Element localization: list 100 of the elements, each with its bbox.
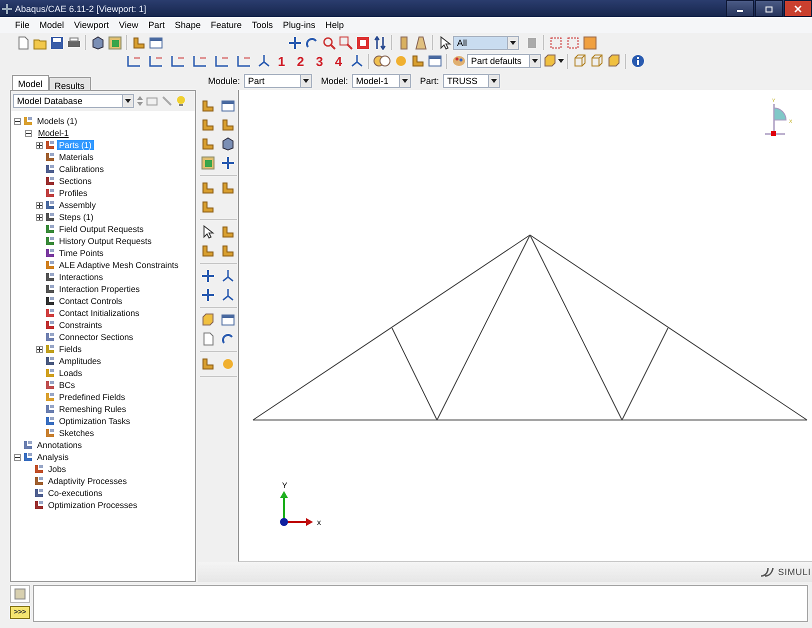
panel-tab[interactable]: Model <box>12 75 49 90</box>
l-bracket-icon[interactable] <box>221 244 235 258</box>
tree-item[interactable]: BCs <box>57 380 78 390</box>
tree-item[interactable]: Steps (1) <box>57 212 96 222</box>
tree-item[interactable]: Predefined Fields <box>57 392 128 402</box>
menu-item[interactable]: Viewport <box>69 20 114 30</box>
tree-item[interactable]: Calibrations <box>57 164 106 174</box>
box-zoom-icon[interactable] <box>338 36 352 50</box>
perspective-icon[interactable] <box>414 36 428 50</box>
l-bracket-icon[interactable] <box>201 98 215 112</box>
cube-outline-icon[interactable] <box>590 54 604 68</box>
menu-item[interactable]: View <box>114 20 144 30</box>
fit-icon[interactable] <box>356 36 370 50</box>
collapse-icon[interactable] <box>14 454 21 460</box>
tree-item[interactable]: Interactions <box>57 272 105 282</box>
tree-item[interactable]: Interaction Properties <box>57 284 142 294</box>
close-button[interactable] <box>784 0 812 17</box>
rotate-icon[interactable] <box>304 36 318 50</box>
expand-icon[interactable] <box>36 346 43 352</box>
tree-item[interactable]: Profiles <box>57 188 90 198</box>
tree-item[interactable]: Models (1) <box>35 116 80 126</box>
tree-item[interactable]: Assembly <box>57 200 98 210</box>
panel-tab[interactable]: Results <box>48 77 91 90</box>
table-icon[interactable] <box>148 36 162 50</box>
tree-item[interactable]: Optimization Processes <box>46 500 140 510</box>
menu-item[interactable]: Model <box>34 20 70 30</box>
l-bracket-icon[interactable] <box>221 180 235 194</box>
menu-item[interactable]: Plug-ins <box>278 20 320 30</box>
tree-item[interactable]: Sections <box>57 176 94 186</box>
message-area-button[interactable] <box>10 585 30 603</box>
cube-outline-icon[interactable] <box>572 54 586 68</box>
tree-item[interactable]: Contact Initializations <box>57 308 142 318</box>
tree-item[interactable]: ALE Adaptive Mesh Constraints <box>57 260 181 270</box>
tree-source-dropdown[interactable]: Model Database <box>13 94 134 108</box>
tree-item[interactable]: Connector Sections <box>57 332 136 342</box>
view-cube-icon[interactable] <box>764 103 786 136</box>
context-dropdown[interactable]: Model-1 <box>352 74 412 88</box>
info-icon[interactable] <box>630 54 644 68</box>
l-bracket-icon[interactable] <box>221 118 235 132</box>
triad-icon[interactable] <box>256 54 270 68</box>
save-icon[interactable] <box>50 36 64 50</box>
l-bracket-icon[interactable] <box>201 200 215 214</box>
pan-icon[interactable] <box>288 36 302 50</box>
view-button[interactable]: 1 <box>272 52 291 70</box>
view-button[interactable]: 3 <box>310 52 329 70</box>
pan-icon[interactable] <box>201 288 215 302</box>
l-bracket-icon[interactable] <box>132 36 146 50</box>
axis-view-icon[interactable] <box>191 54 209 68</box>
tree-item[interactable]: Field Output Requests <box>57 224 146 234</box>
triad-icon[interactable] <box>221 288 235 302</box>
tree-item[interactable]: History Output Requests <box>57 236 154 246</box>
axis-view-icon[interactable] <box>235 54 253 68</box>
tree-item[interactable]: Analysis <box>35 452 71 462</box>
cube-icon[interactable] <box>90 36 104 50</box>
tree-item[interactable]: Model-1 <box>36 128 71 138</box>
new-file-icon[interactable] <box>16 36 30 50</box>
pan-icon[interactable] <box>221 156 235 170</box>
selection-box-icon[interactable] <box>548 36 562 50</box>
circles-icon[interactable] <box>373 54 391 68</box>
expand-icon[interactable] <box>36 202 43 208</box>
lightbulb-icon[interactable] <box>176 95 186 107</box>
menu-item[interactable]: Feature <box>206 20 247 30</box>
tree-item[interactable]: Optimization Tasks <box>57 416 132 426</box>
triad-icon[interactable] <box>221 268 235 282</box>
menu-item[interactable]: Part <box>143 20 170 30</box>
menu-item[interactable]: Help <box>320 20 349 30</box>
render-style-dropdown[interactable]: Part defaults <box>467 54 541 68</box>
pan-icon[interactable] <box>201 268 215 282</box>
l-bracket-icon[interactable] <box>201 244 215 258</box>
tree-item[interactable]: Sketches <box>57 428 96 438</box>
menu-item[interactable]: Tools <box>246 20 278 30</box>
table-icon[interactable] <box>221 98 235 112</box>
axis-view-icon[interactable] <box>169 54 187 68</box>
tree-item[interactable]: Contact Controls <box>57 296 124 306</box>
arrows-icon[interactable] <box>372 36 386 50</box>
l-bracket-icon[interactable] <box>201 136 215 150</box>
menu-item[interactable]: File <box>10 20 35 30</box>
l-bracket-icon[interactable] <box>410 54 424 68</box>
axis-view-icon[interactable] <box>125 54 143 68</box>
tree-item[interactable]: Adaptivity Processes <box>46 476 129 486</box>
tree-item[interactable]: Annotations <box>35 440 84 450</box>
l-bracket-icon[interactable] <box>201 356 215 370</box>
table-icon[interactable] <box>428 54 442 68</box>
selection-filter-dropdown[interactable]: All <box>453 36 519 50</box>
tree-item[interactable]: Remeshing Rules <box>57 404 128 414</box>
context-dropdown[interactable]: TRUSS <box>443 74 500 88</box>
pointer-icon[interactable] <box>201 224 215 238</box>
tree-item[interactable]: Jobs <box>46 464 68 474</box>
menu-item[interactable]: Shape <box>170 20 206 30</box>
axis-view-icon[interactable] <box>147 54 165 68</box>
view-button[interactable]: 4 <box>329 52 348 70</box>
collapse-icon[interactable] <box>14 118 21 124</box>
axis-view-icon[interactable] <box>213 54 231 68</box>
tree-item[interactable]: Constraints <box>57 320 104 330</box>
expand-icon[interactable] <box>36 142 43 148</box>
minimize-button[interactable] <box>726 0 754 17</box>
palette-icon[interactable] <box>452 54 466 68</box>
expand-icon[interactable] <box>36 214 43 220</box>
tree-item[interactable]: Co-executions <box>46 488 104 498</box>
triad-icon[interactable] <box>350 54 364 68</box>
